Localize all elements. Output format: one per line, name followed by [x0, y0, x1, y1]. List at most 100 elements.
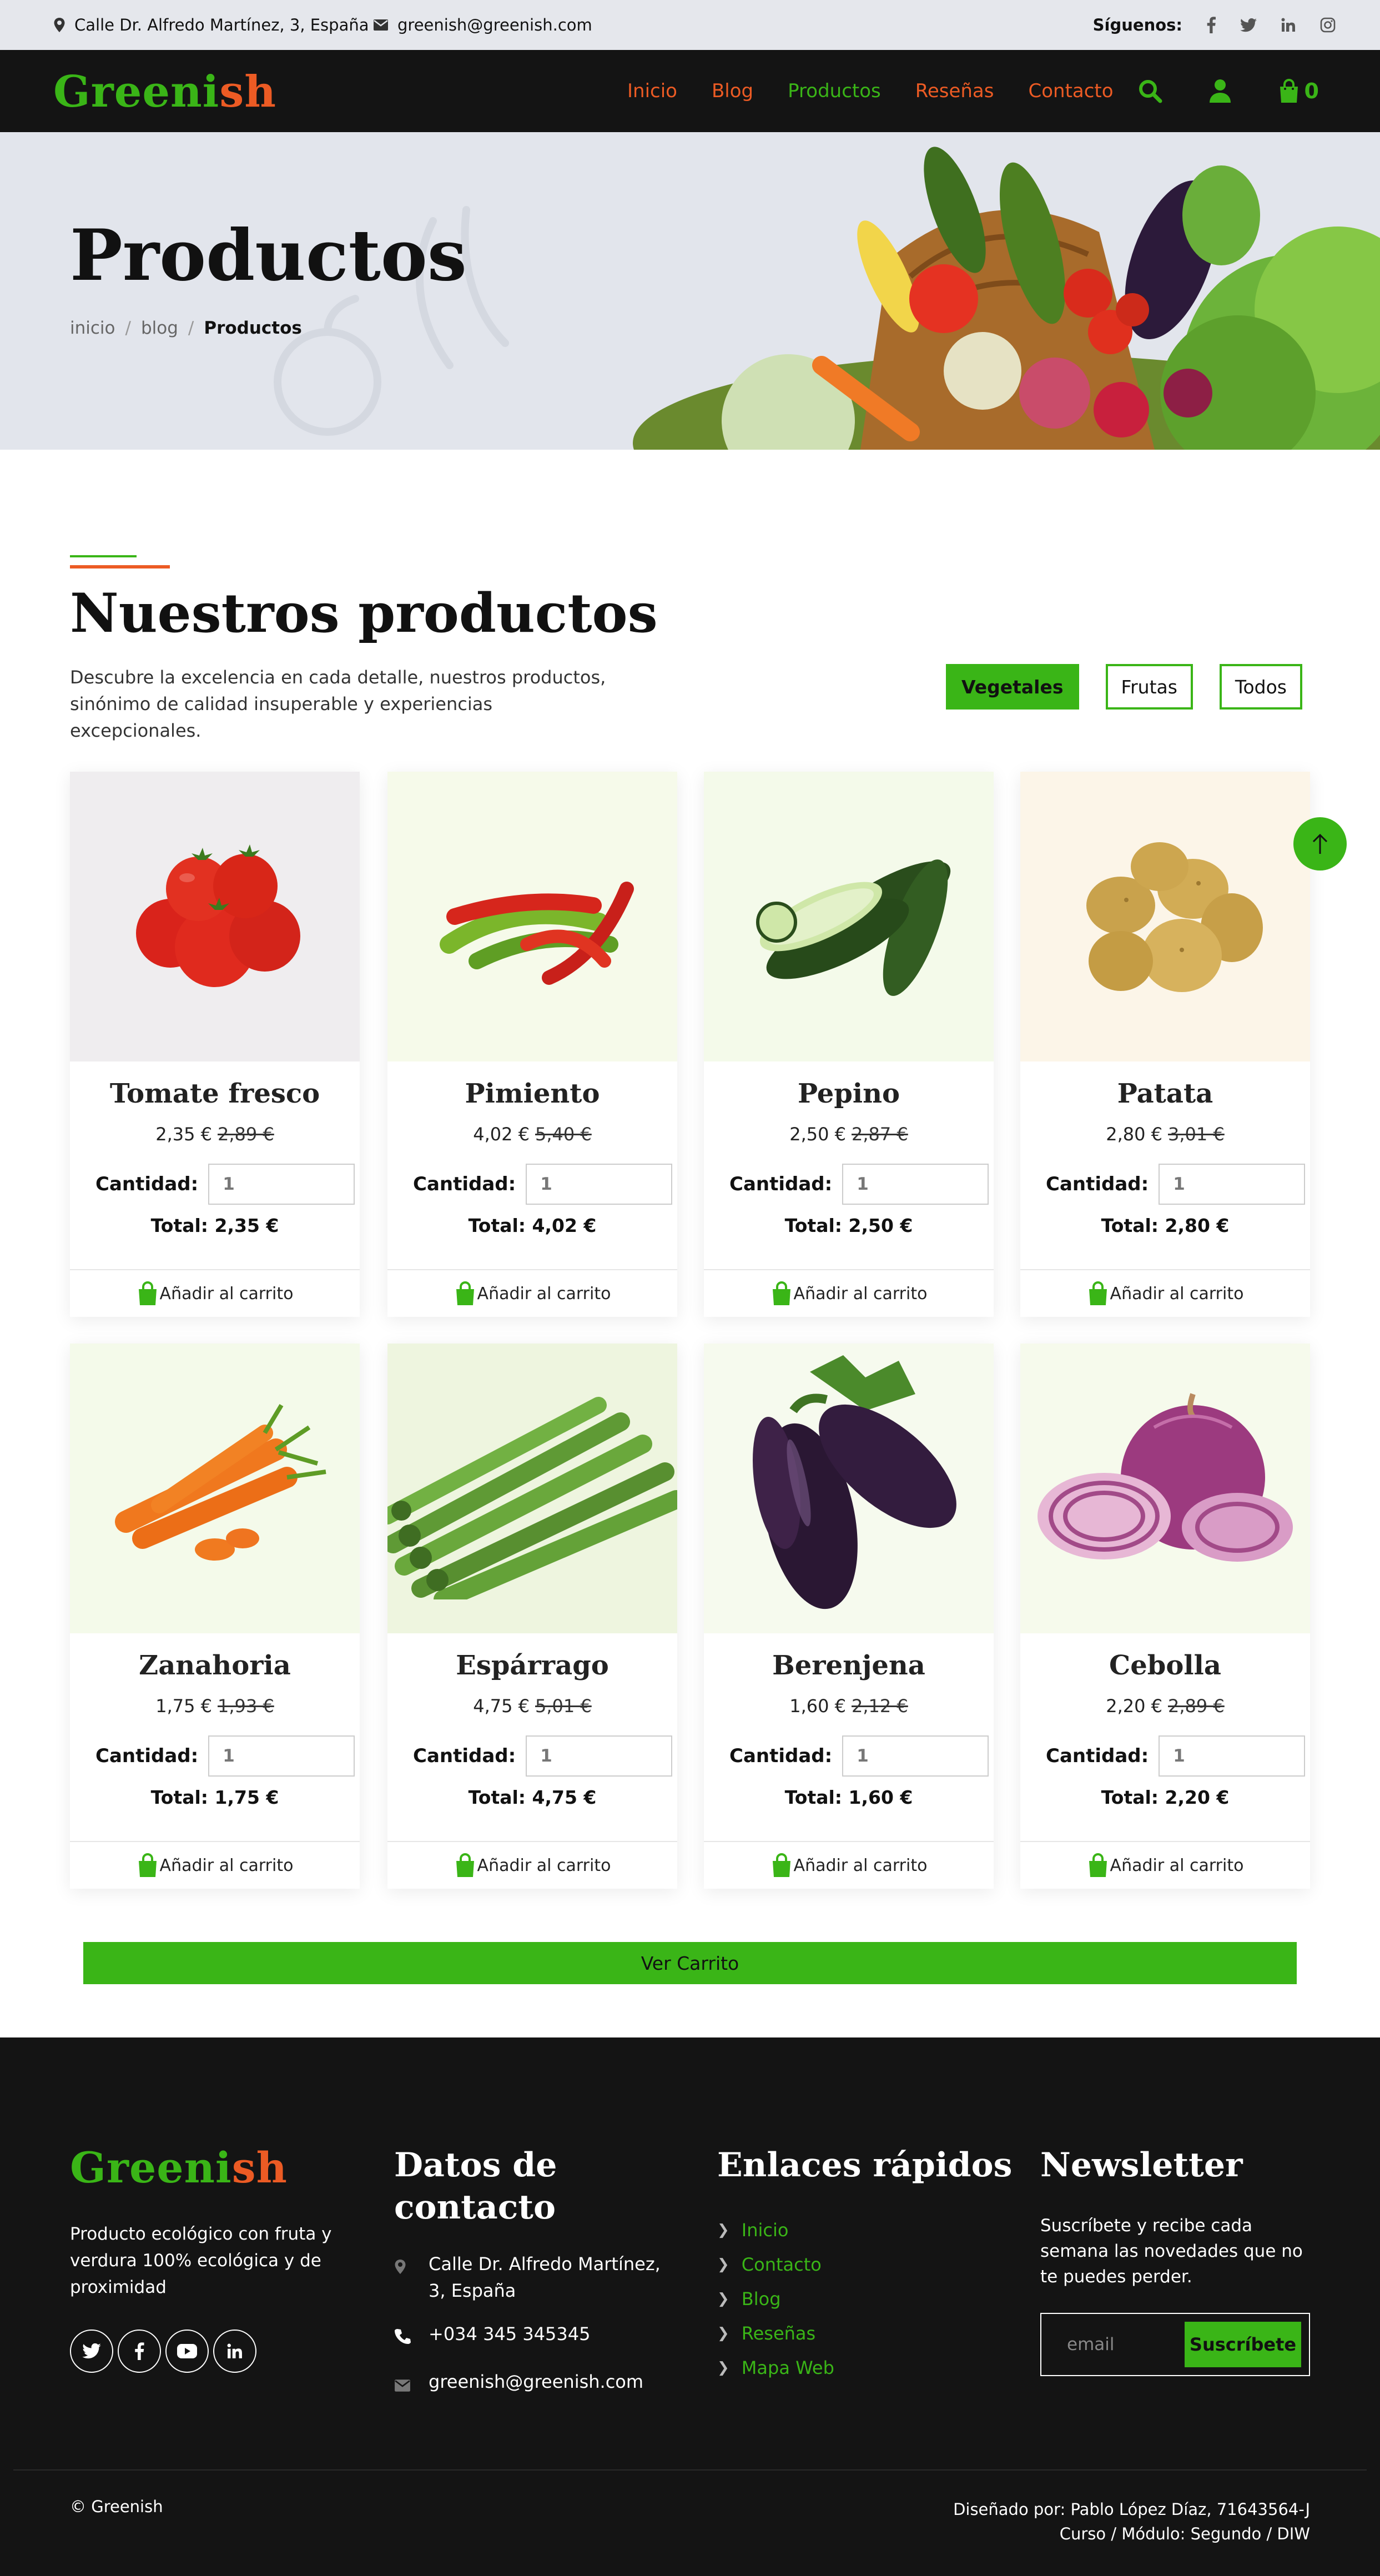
footer-contact: Calle Dr. Alfredo Martínez, 3, España +0…: [394, 2251, 683, 2416]
add-to-cart-button[interactable]: Añadir al carrito: [70, 1841, 360, 1889]
footer-link-blog[interactable]: ❯ Blog: [717, 2282, 834, 2316]
nav-link-inicio[interactable]: Inicio: [627, 80, 677, 102]
product-card: Pepino 2,50 €2,87 € Cantidad: 1 Total: 2,…: [704, 772, 994, 1317]
quantity-label: Cantidad:: [413, 1173, 516, 1195]
site-footer: Greenish Producto ecológico con fruta y …: [0, 2037, 1380, 2576]
product-total: Total: 1,75 €: [150, 1787, 279, 1808]
footer-link-inicio[interactable]: ❯ Inicio: [717, 2213, 834, 2247]
footer-email[interactable]: greenish@greenish.com: [394, 2368, 683, 2399]
product-image-patata: [1020, 772, 1310, 1061]
nav-link-contacto[interactable]: Contacto: [1028, 80, 1113, 102]
footer-logo[interactable]: Greenish: [70, 2143, 288, 2192]
footer-links-title: Enlaces rápidos: [717, 2146, 1013, 2185]
filter-frutas[interactable]: Frutas: [1105, 664, 1193, 710]
add-to-cart-button[interactable]: Añadir al carrito: [387, 1269, 677, 1317]
footer-link-contacto[interactable]: ❯ Contacto: [717, 2247, 834, 2282]
linkedin-icon[interactable]: [1281, 18, 1296, 32]
product-price: 2,50 €2,87 €: [789, 1124, 908, 1145]
youtube-icon[interactable]: [165, 2330, 209, 2373]
credit-designer: Diseñado por: Pablo López Díaz, 71643564…: [953, 2500, 1310, 2519]
quantity-label: Cantidad:: [1046, 1745, 1149, 1767]
nav-actions: 0: [1138, 50, 1319, 132]
quantity-input[interactable]: 1: [208, 1735, 355, 1777]
product-card: Zanahoria 1,75 €1,93 € Cantidad: 1 Total:…: [70, 1344, 360, 1889]
scroll-to-top-button[interactable]: [1293, 817, 1347, 871]
user-icon[interactable]: [1209, 79, 1231, 103]
quantity-input[interactable]: 1: [1159, 1164, 1306, 1205]
nav-link-blog[interactable]: Blog: [712, 80, 753, 102]
facebook-icon[interactable]: [1207, 17, 1216, 33]
quantity-row: Cantidad: 1: [413, 1735, 673, 1777]
add-to-cart-button[interactable]: Añadir al carrito: [704, 1841, 994, 1889]
product-price: 4,02 €5,40 €: [473, 1124, 592, 1145]
nav-link-resenas[interactable]: Reseñas: [915, 80, 994, 102]
chevron-right-icon: ❯: [717, 2325, 729, 2342]
product-image-pimiento: [387, 772, 677, 1061]
add-to-cart-button[interactable]: Añadir al carrito: [70, 1269, 360, 1317]
product-name: Espárrago: [456, 1650, 609, 1681]
shopping-bag-icon: [772, 1853, 790, 1877]
quantity-label: Cantidad:: [1046, 1173, 1149, 1195]
quantity-row: Cantidad: 1: [95, 1735, 355, 1777]
footer-social: [70, 2330, 256, 2373]
subscribe-button[interactable]: Suscríbete: [1185, 2322, 1301, 2367]
vegetable-basket-image: [633, 147, 1380, 450]
quantity-input[interactable]: 1: [1159, 1735, 1306, 1777]
topbar-email[interactable]: greenish@greenish.com: [373, 0, 592, 50]
view-cart-button[interactable]: Ver Carrito: [83, 1942, 1297, 1984]
quantity-label: Cantidad:: [729, 1173, 833, 1195]
map-pin-icon: [394, 2251, 429, 2282]
page-hero: Productos inicio / blog / Productos: [0, 132, 1380, 450]
product-total: Total: 2,80 €: [1101, 1215, 1230, 1236]
product-total: Total: 1,60 €: [784, 1787, 913, 1808]
product-name: Zanahoria: [139, 1650, 291, 1681]
main-navbar: Greenish Inicio Blog Productos Reseñas C…: [0, 50, 1380, 132]
add-to-cart-button[interactable]: Añadir al carrito: [387, 1841, 677, 1889]
breadcrumb-current: Productos: [204, 318, 302, 338]
quantity-input[interactable]: 1: [842, 1164, 989, 1205]
filter-todos[interactable]: Todos: [1219, 664, 1302, 710]
twitter-icon[interactable]: [1240, 18, 1257, 32]
quantity-input[interactable]: 1: [526, 1164, 673, 1205]
topbar-social: Síguenos:: [1093, 0, 1336, 50]
quantity-input[interactable]: 1: [526, 1735, 673, 1777]
newsletter-email-input[interactable]: email: [1067, 2314, 1115, 2375]
envelope-icon: [394, 2368, 429, 2399]
footer-link-resenas[interactable]: ❯ Reseñas: [717, 2316, 834, 2351]
quantity-row: Cantidad: 1: [1046, 1164, 1306, 1205]
instagram-icon[interactable]: [1320, 17, 1336, 33]
main-menu: Inicio Blog Productos Reseñas Contacto: [627, 50, 1114, 132]
site-logo[interactable]: Greenish: [53, 67, 276, 117]
breadcrumb-blog[interactable]: blog: [141, 318, 178, 338]
nav-link-productos[interactable]: Productos: [788, 80, 881, 102]
linkedin-icon[interactable]: [213, 2330, 256, 2373]
footer-contact-title: Datos de contacto: [394, 2146, 557, 2227]
product-total: Total: 4,02 €: [468, 1215, 597, 1236]
add-to-cart-button[interactable]: Añadir al carrito: [1020, 1841, 1310, 1889]
topbar-address: Calle Dr. Alfredo Martínez, 3, España: [53, 0, 369, 50]
twitter-icon[interactable]: [70, 2330, 113, 2373]
product-price: 1,60 €2,12 €: [789, 1695, 908, 1717]
add-to-cart-button[interactable]: Añadir al carrito: [704, 1269, 994, 1317]
footer-phone[interactable]: +034 345 345345: [394, 2321, 683, 2352]
footer-quick-links: ❯ Inicio ❯ Contacto ❯ Blog ❯ Reseñas ❯ Mapa W…: [717, 2213, 834, 2385]
filter-vegetales[interactable]: Vegetales: [946, 664, 1079, 710]
quantity-input[interactable]: 1: [842, 1735, 989, 1777]
quantity-input[interactable]: 1: [208, 1164, 355, 1205]
quantity-row: Cantidad: 1: [1046, 1735, 1306, 1777]
add-to-cart-button[interactable]: Añadir al carrito: [1020, 1269, 1310, 1317]
product-image-tomate: [70, 772, 360, 1061]
footer-address: Calle Dr. Alfredo Martínez, 3, España: [394, 2251, 683, 2304]
cart-button[interactable]: 0: [1278, 79, 1319, 103]
product-total: Total: 4,75 €: [468, 1787, 597, 1808]
search-icon[interactable]: [1138, 79, 1162, 103]
facebook-icon[interactable]: [118, 2330, 161, 2373]
shopping-bag-icon: [772, 1281, 790, 1305]
breadcrumb-inicio[interactable]: inicio: [70, 318, 115, 338]
product-name: Pepino: [797, 1078, 900, 1109]
phone-icon: [394, 2321, 429, 2352]
chevron-right-icon: ❯: [717, 2256, 729, 2273]
section-accent-green: [70, 555, 137, 557]
shopping-bag-icon: [1280, 79, 1298, 103]
footer-link-mapa-web[interactable]: ❯ Mapa Web: [717, 2351, 834, 2385]
